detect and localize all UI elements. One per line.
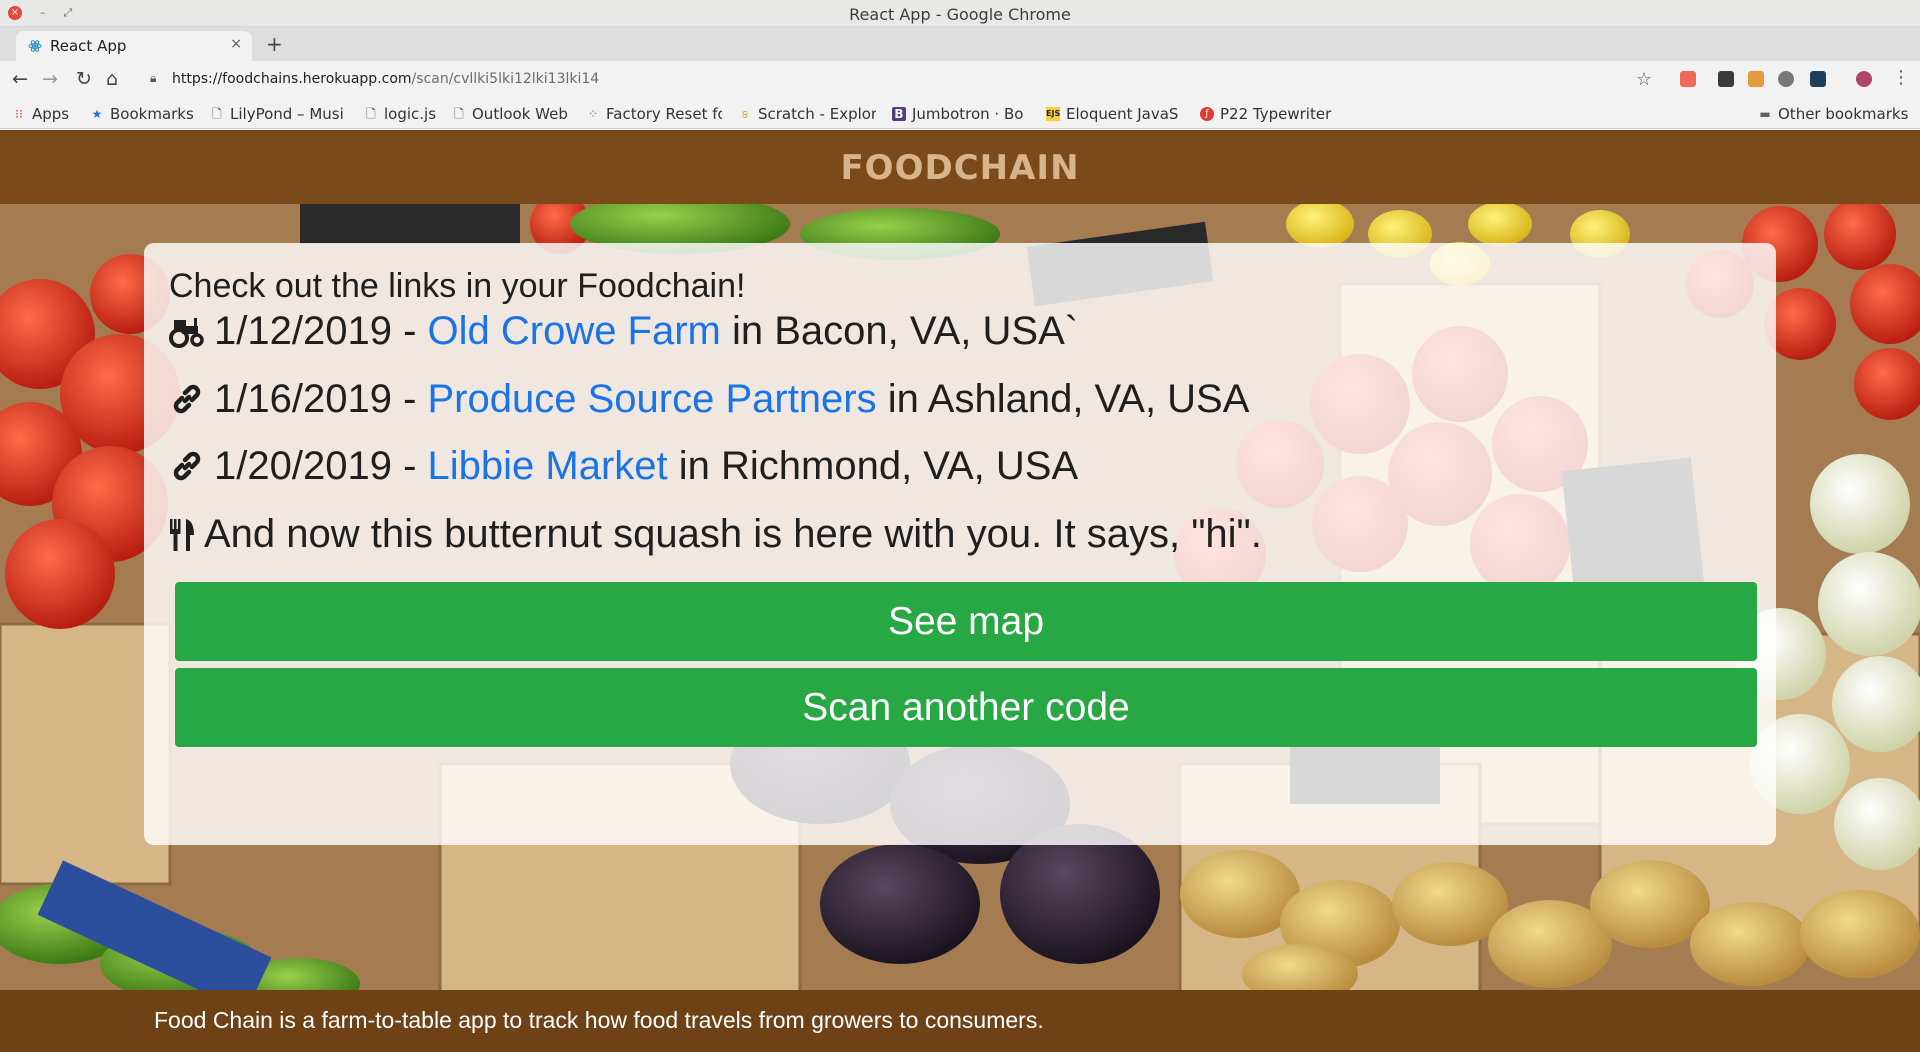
bookmark-label: P22 Typewriter <box>1220 105 1332 123</box>
profile-avatar[interactable] <box>1856 71 1872 87</box>
tab-close-icon[interactable]: × <box>230 36 242 52</box>
url-host: https://foodchains.herokuapp.com <box>172 71 412 87</box>
app-header: FOODCHAIN <box>0 130 1920 204</box>
bookmark-label: Scratch - Explor <box>758 105 876 123</box>
page-icon: 🗋︎ <box>366 107 376 121</box>
url-text: https://foodchains.herokuapp.com/scan/cv… <box>172 71 599 87</box>
tab-strip: React App × + <box>0 27 1920 61</box>
final-destination-row: And now this butternut squash is here wi… <box>168 510 1262 558</box>
bookmark-factory-reset[interactable]: ⁘ Factory Reset fo <box>586 102 722 126</box>
bookmark-label: Factory Reset fo <box>606 105 722 123</box>
card-heading: Check out the links in your Foodchain! <box>169 267 746 305</box>
link-location: in Bacon, VA, USA` <box>720 308 1079 353</box>
bookmark-label: Other bookmarks <box>1778 105 1909 123</box>
bookmark-jumbotron[interactable]: B Jumbotron · Bo <box>892 102 1028 126</box>
link-date: 1/12/2019 <box>214 308 392 353</box>
back-icon[interactable]: ← <box>12 68 28 90</box>
bookmark-other-folder[interactable]: ▬ Other bookmarks <box>1758 102 1918 126</box>
bookmark-eloquent-js[interactable]: EJS Eloquent JavaS <box>1046 102 1182 126</box>
foodchain-card: Check out the links in your Foodchain! 1… <box>144 243 1776 845</box>
chain-link-row: 1/16/2019 - Produce Source Partners in A… <box>168 375 1249 423</box>
bookmark-star-icon[interactable]: ☆ <box>1636 69 1652 90</box>
bookmark-scratch[interactable]: ꞩ Scratch - Explor <box>738 102 876 126</box>
extension-react-devtools-icon[interactable] <box>1810 71 1826 87</box>
bookmark-label: Outlook Web <box>472 105 568 123</box>
bookmark-lilypond[interactable]: 🗋︎ LilyPond – Musi <box>210 102 346 126</box>
typewriter-icon: ƒ <box>1200 107 1214 121</box>
link-separator: - <box>391 443 428 488</box>
tab-title: React App <box>50 37 127 55</box>
chain-link-row: 1/20/2019 - Libbie Market in Richmond, V… <box>168 442 1078 490</box>
lock-icon: 🔒︎ <box>150 71 157 85</box>
chain-link-row: 1/12/2019 - Old Crowe Farm in Bacon, VA,… <box>168 307 1078 355</box>
new-tab-button[interactable]: + <box>266 32 283 56</box>
link-name-libbie-market[interactable]: Libbie Market <box>428 444 668 489</box>
bookmark-bookmarks[interactable]: ★ Bookmarks <box>90 102 194 126</box>
bookmark-label: Jumbotron · Bo <box>912 105 1024 123</box>
app-footer: Food Chain is a farm-to-table app to tra… <box>0 990 1920 1052</box>
foodchain-logo[interactable]: FOODCHAIN <box>0 148 1920 188</box>
window-title: React App - Google Chrome <box>849 5 1071 24</box>
extension-orange-icon[interactable] <box>1748 71 1764 87</box>
link-location: in Richmond, VA, USA <box>667 443 1079 488</box>
footer-text: Food Chain is a farm-to-table app to tra… <box>154 1007 1044 1033</box>
link-date: 1/16/2019 <box>214 376 392 421</box>
utensils-icon <box>170 519 194 551</box>
link-icon <box>173 384 201 414</box>
see-map-button[interactable]: See map <box>175 582 1757 661</box>
bookmark-apps[interactable]: ⁝⁝ Apps <box>12 102 80 126</box>
tab-react-app[interactable]: React App × <box>16 31 252 61</box>
bootstrap-icon: B <box>892 107 906 121</box>
bookmark-p22-typewriter[interactable]: ƒ P22 Typewriter <box>1200 102 1340 126</box>
link-location: in Ashland, VA, USA <box>876 376 1250 421</box>
forward-icon[interactable]: → <box>42 68 58 90</box>
link-name-old-crowe-farm[interactable]: Old Crowe Farm <box>428 309 721 354</box>
bookmark-label: Apps <box>32 105 70 123</box>
bookmark-label: logic.js <box>384 105 437 123</box>
star-icon: ★ <box>91 107 103 121</box>
scratch-icon: ꞩ <box>741 107 749 121</box>
final-text: And now this butternut squash is here wi… <box>204 511 1262 556</box>
apps-grid-icon: ⁝⁝ <box>15 107 23 121</box>
link-icon <box>173 451 201 481</box>
bookmarks-bar: ⁝⁝ Apps ★ Bookmarks 🗋︎ LilyPond – Musi 🗋︎ lo… <box>0 99 1920 129</box>
folder-icon: ▬ <box>1759 107 1771 121</box>
bookmark-logic-js[interactable]: 🗋︎ logic.js <box>364 102 450 126</box>
page-icon: 🗋︎ <box>212 107 222 121</box>
scan-another-code-button[interactable]: Scan another code <box>175 668 1757 747</box>
link-date: 1/20/2019 <box>214 443 392 488</box>
react-favicon-icon <box>28 40 42 52</box>
tractor-icon <box>169 318 204 348</box>
extension-red-icon[interactable] <box>1680 71 1696 87</box>
url-path: /scan/cvllki5lki12lki13lki14 <box>411 71 600 87</box>
extension-eyedropper-icon[interactable] <box>1718 71 1734 87</box>
home-icon[interactable]: ⌂ <box>106 68 118 90</box>
bookmark-label: LilyPond – Musi <box>230 105 344 123</box>
bookmark-label: Bookmarks <box>110 105 194 123</box>
link-separator: - <box>391 376 428 421</box>
browser-toolbar: ← → ↻ ⌂ 🔒︎ https://foodchains.herokuapp.… <box>0 61 1920 99</box>
bookmark-outlook-web[interactable]: 🗋︎ Outlook Web <box>452 102 570 126</box>
bookmark-label: Eloquent JavaS <box>1066 105 1179 123</box>
link-name-produce-source-partners[interactable]: Produce Source Partners <box>428 377 877 422</box>
link-separator: - <box>391 308 428 353</box>
address-bar[interactable]: 🔒︎ https://foodchains.herokuapp.com/scan… <box>146 67 1632 93</box>
chrome-menu-icon[interactable]: ⋮ <box>1892 67 1910 88</box>
app-page: FOODCHAIN Check out the links in your Fo… <box>0 130 1920 1052</box>
extension-circle-icon[interactable] <box>1778 71 1794 87</box>
dots-icon: ⁘ <box>587 107 599 121</box>
ejs-icon: EJS <box>1046 107 1060 121</box>
reload-icon[interactable]: ↻ <box>76 68 92 90</box>
window-titlebar: × – ⤢ React App - Google Chrome <box>0 0 1920 27</box>
page-icon: 🗋︎ <box>454 107 464 121</box>
